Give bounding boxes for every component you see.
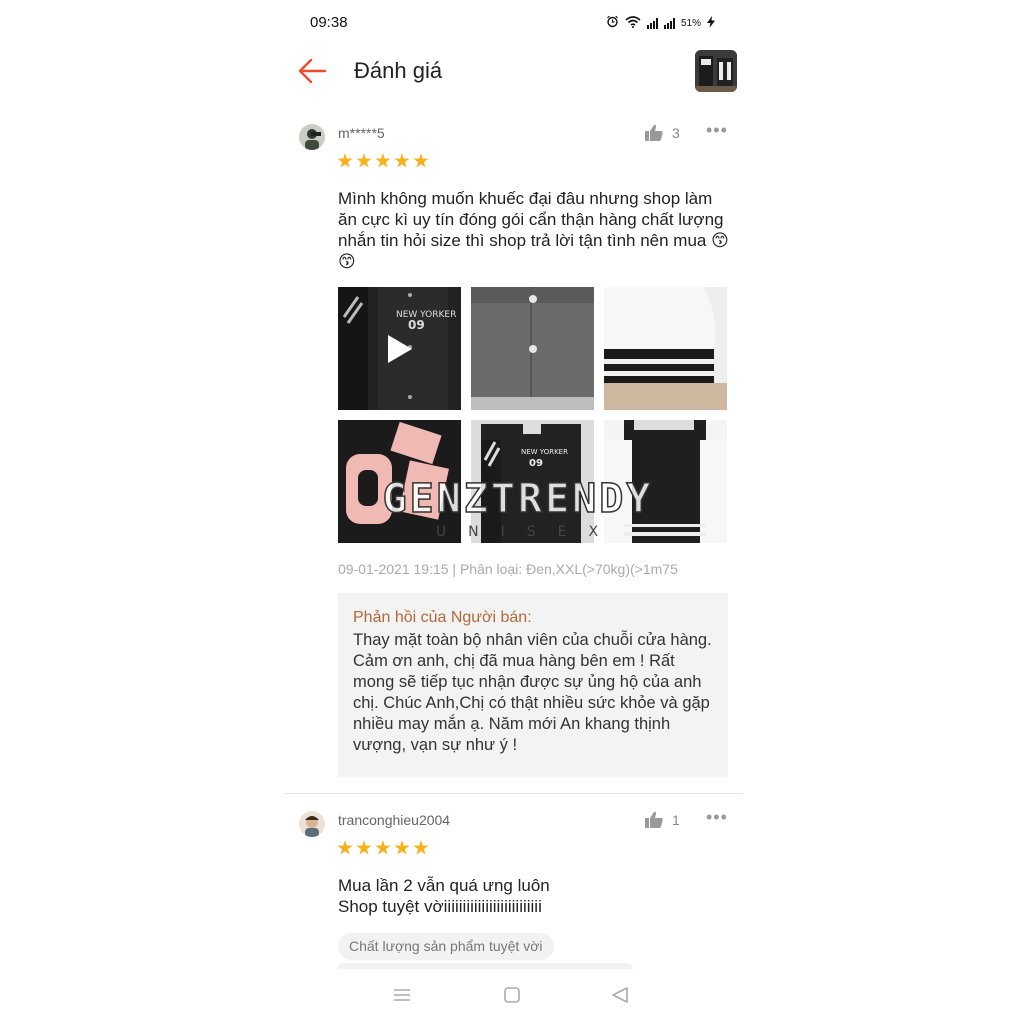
avatar[interactable] xyxy=(299,811,325,837)
star-icon xyxy=(394,840,410,855)
more-options-icon[interactable]: ••• xyxy=(706,120,728,141)
star-icon xyxy=(356,153,372,168)
review-text: Mua lần 2 vẫn quá ưng luôn Shop tuyệt vờ… xyxy=(338,876,550,916)
review-media-grid: NEW YORKER 09 NEW YORKER 09 xyxy=(338,287,728,543)
page-title: Đánh giá xyxy=(354,58,443,83)
review-photo[interactable] xyxy=(604,420,727,543)
review-tag: Chất lượng sản phẩm tuyệt vời xyxy=(338,933,554,960)
wifi-icon xyxy=(625,15,641,31)
review-photo[interactable] xyxy=(338,420,461,543)
seller-reply-title: Phản hồi của Người bán: xyxy=(353,609,532,626)
seller-reply-text: Thay mặt toàn bộ nhân viên của chuỗi cửa… xyxy=(353,631,712,754)
review-tag xyxy=(338,963,633,969)
play-icon xyxy=(388,335,412,363)
review-video[interactable]: NEW YORKER 09 xyxy=(338,287,461,410)
review-meta: 09-01-2021 19:15 | Phân loại: Đen,XXL(>7… xyxy=(338,561,678,577)
svg-text:NEW YORKER: NEW YORKER xyxy=(521,448,568,456)
star-rating xyxy=(337,153,429,169)
seller-reply: Phản hồi của Người bán: Thay mặt toàn bộ… xyxy=(338,593,728,777)
charging-icon xyxy=(707,15,715,31)
back-nav-icon[interactable] xyxy=(611,987,629,1008)
review-username: m*****5 xyxy=(338,125,385,141)
like-count: 1 xyxy=(672,812,680,828)
review-photo[interactable] xyxy=(471,287,594,410)
signal-icon xyxy=(663,17,675,29)
star-icon xyxy=(413,840,429,855)
like-button[interactable]: 3 xyxy=(644,124,680,142)
review-photo[interactable] xyxy=(604,287,727,410)
like-count: 3 xyxy=(672,125,680,141)
svg-text:NEW YORKER: NEW YORKER xyxy=(396,310,456,320)
svg-text:09: 09 xyxy=(408,318,425,332)
more-options-icon[interactable]: ••• xyxy=(706,807,728,828)
review-username: tranconghieu2004 xyxy=(338,812,451,828)
star-icon xyxy=(337,840,353,855)
avatar[interactable] xyxy=(299,124,325,150)
star-icon xyxy=(413,153,429,168)
system-nav-bar xyxy=(283,975,743,1024)
status-time: 09:38 xyxy=(310,14,348,31)
star-rating xyxy=(337,840,429,856)
review-text: Mình không muốn khuếc đại đâu nhưng shop… xyxy=(338,189,729,271)
thumbs-up-icon xyxy=(645,124,663,141)
arrow-left-icon xyxy=(298,58,327,84)
signal-icon xyxy=(646,17,658,29)
product-thumbnail[interactable] xyxy=(695,50,737,92)
like-button[interactable]: 1 xyxy=(644,811,680,829)
back-button[interactable] xyxy=(297,56,329,88)
menu-icon[interactable] xyxy=(393,987,411,1008)
svg-text:09: 09 xyxy=(529,458,543,469)
star-icon xyxy=(375,153,391,168)
battery-level: 51% xyxy=(680,17,701,29)
star-icon xyxy=(356,840,372,855)
status-icons: 51% xyxy=(606,15,715,31)
alarm-icon xyxy=(606,15,619,31)
star-icon xyxy=(337,153,353,168)
star-icon xyxy=(375,840,391,855)
app-header: Đánh giá xyxy=(283,44,743,100)
phone-screen: 09:38 51% Đánh giá m*****5 3 ••• Mình kh… xyxy=(283,0,743,1024)
star-icon xyxy=(394,153,410,168)
thumbs-up-icon xyxy=(645,811,663,828)
divider xyxy=(283,793,743,794)
home-icon[interactable] xyxy=(503,987,521,1008)
review-photo[interactable]: NEW YORKER 09 xyxy=(471,420,594,543)
status-bar: 09:38 51% xyxy=(283,10,743,36)
